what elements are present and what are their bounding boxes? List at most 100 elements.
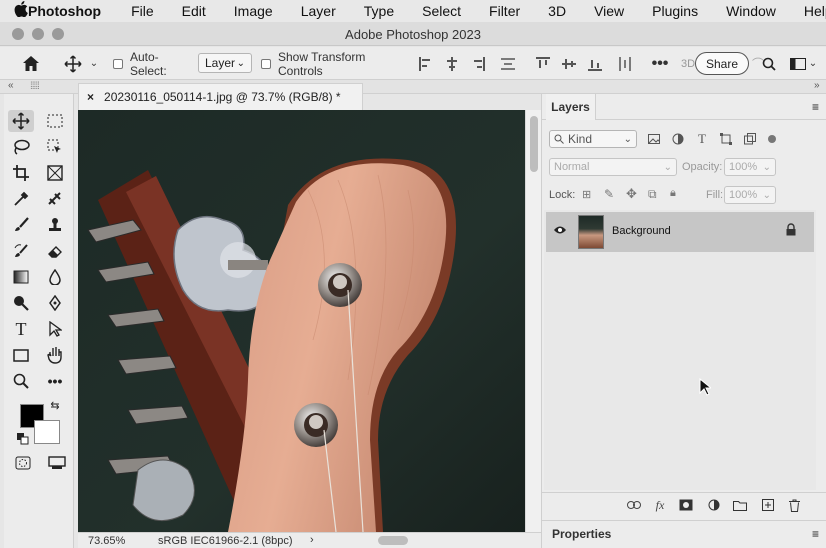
eraser-tool-icon[interactable] bbox=[42, 240, 68, 262]
menu-3d[interactable]: 3D bbox=[548, 3, 566, 19]
lock-artboard-icon[interactable]: ⧉ bbox=[648, 187, 657, 202]
new-layer-icon[interactable] bbox=[760, 497, 776, 513]
menu-image[interactable]: Image bbox=[234, 3, 273, 19]
panel-menu-icon[interactable]: ≡ bbox=[812, 100, 819, 114]
panel-menu-icon[interactable]: ≡ bbox=[812, 527, 819, 541]
align-right-icon[interactable] bbox=[469, 47, 487, 80]
menu-photoshop[interactable]: Photoshop bbox=[28, 3, 101, 19]
menu-type[interactable]: Type bbox=[364, 3, 394, 19]
collapse-toolbar-icon[interactable]: « bbox=[8, 80, 14, 91]
menu-file[interactable]: File bbox=[131, 3, 154, 19]
collapse-panels-icon[interactable]: » bbox=[814, 80, 820, 91]
adjustment-filter-icon[interactable] bbox=[670, 130, 686, 148]
stamp-tool-icon[interactable] bbox=[42, 214, 68, 236]
grip-icon[interactable]: ⁞⁞⁞⁞⁞ bbox=[30, 81, 40, 92]
marquee-tool-icon[interactable] bbox=[42, 110, 68, 132]
auto-select-dropdown[interactable]: Layer ⌄ bbox=[198, 53, 252, 73]
adjustment-layer-icon[interactable] bbox=[706, 497, 722, 513]
menu-help[interactable]: Help bbox=[804, 3, 826, 19]
layer-name[interactable]: Background bbox=[612, 225, 671, 237]
home-icon[interactable] bbox=[18, 47, 44, 80]
horizontal-scroll-thumb[interactable] bbox=[378, 536, 408, 545]
apple-icon[interactable] bbox=[14, 1, 28, 21]
filter-toggle-icon[interactable] bbox=[764, 130, 780, 148]
document-tab[interactable]: × 20230116_050114-1.jpg @ 73.7% (RGB/8) … bbox=[78, 83, 363, 110]
image-filter-icon[interactable] bbox=[646, 130, 662, 148]
search-icon[interactable] bbox=[760, 47, 778, 80]
hand-tool-icon[interactable] bbox=[42, 344, 68, 366]
canvas[interactable] bbox=[78, 110, 525, 532]
eye-icon[interactable] bbox=[553, 224, 567, 238]
gradient-tool-icon[interactable] bbox=[8, 266, 34, 288]
fill-input[interactable]: 100% ⌄ bbox=[724, 186, 776, 204]
close-document-icon[interactable]: × bbox=[87, 90, 94, 104]
layer-filter-select[interactable]: Kind ⌄ bbox=[549, 130, 637, 148]
move-tool-icon[interactable] bbox=[8, 110, 34, 132]
chevron-down-icon[interactable]: ⌄ bbox=[88, 47, 100, 80]
lock-all-icon[interactable]: 🔒︎ bbox=[670, 187, 676, 200]
chevron-down-icon[interactable]: ⌄ bbox=[808, 47, 818, 80]
screen-mode-icon[interactable] bbox=[44, 452, 70, 474]
new-group-icon[interactable] bbox=[732, 497, 748, 513]
blur-tool-icon[interactable] bbox=[42, 266, 68, 288]
lock-icon[interactable] bbox=[786, 223, 796, 239]
crop-tool-icon[interactable] bbox=[8, 162, 34, 184]
scroll-thumb[interactable] bbox=[530, 116, 538, 172]
smart-object-filter-icon[interactable] bbox=[742, 130, 758, 148]
default-colors-icon[interactable] bbox=[16, 432, 30, 446]
auto-select-checkbox[interactable] bbox=[112, 47, 124, 80]
lock-position-icon[interactable]: ✥ bbox=[626, 186, 637, 202]
align-top-icon[interactable] bbox=[534, 47, 552, 80]
menu-plugins[interactable]: Plugins bbox=[652, 3, 698, 19]
lasso-tool-icon[interactable] bbox=[8, 136, 34, 158]
path-selection-tool-icon[interactable] bbox=[42, 318, 68, 340]
distribute-icon[interactable] bbox=[499, 47, 517, 80]
blend-mode-select[interactable]: Normal ⌄ bbox=[549, 158, 677, 176]
distribute-vertical-icon[interactable] bbox=[616, 47, 634, 80]
share-button[interactable]: Share bbox=[695, 52, 749, 75]
show-transform-checkbox[interactable] bbox=[260, 47, 272, 80]
align-left-icon[interactable] bbox=[417, 47, 435, 80]
brush-tool-icon[interactable] bbox=[8, 214, 34, 236]
menu-view[interactable]: View bbox=[594, 3, 624, 19]
lock-paint-icon[interactable]: ✎ bbox=[604, 187, 614, 201]
eyedropper-tool-icon[interactable] bbox=[8, 188, 34, 210]
swap-colors-icon[interactable]: ⇆ bbox=[48, 398, 62, 412]
add-mask-icon[interactable] bbox=[678, 497, 694, 513]
frame-tool-icon[interactable] bbox=[42, 162, 68, 184]
tab-layers[interactable]: Layers bbox=[546, 94, 596, 120]
type-filter-icon[interactable]: T bbox=[694, 130, 710, 148]
spot-healing-tool-icon[interactable] bbox=[42, 188, 68, 210]
tab-properties[interactable]: Properties bbox=[552, 527, 611, 541]
menu-layer[interactable]: Layer bbox=[301, 3, 336, 19]
layer-row-background[interactable]: Background bbox=[546, 212, 814, 252]
opacity-input[interactable]: 100% ⌄ bbox=[724, 158, 776, 176]
align-center-icon[interactable] bbox=[443, 47, 461, 80]
quick-mask-icon[interactable] bbox=[10, 452, 36, 474]
zoom-tool-icon[interactable] bbox=[8, 370, 34, 392]
move-tool-preset-icon[interactable] bbox=[60, 47, 86, 80]
more-options-icon[interactable]: ••• bbox=[650, 47, 670, 80]
menu-select[interactable]: Select bbox=[422, 3, 461, 19]
menu-edit[interactable]: Edit bbox=[182, 3, 206, 19]
history-brush-tool-icon[interactable] bbox=[8, 240, 34, 262]
menu-window[interactable]: Window bbox=[726, 3, 776, 19]
pen-tool-icon[interactable] bbox=[42, 292, 68, 314]
align-middle-icon[interactable] bbox=[560, 47, 578, 80]
shape-filter-icon[interactable] bbox=[718, 130, 734, 148]
dodge-tool-icon[interactable] bbox=[8, 292, 34, 314]
more-tools-icon[interactable]: ••• bbox=[42, 370, 68, 392]
fx-icon[interactable]: fx bbox=[652, 497, 668, 513]
object-selection-tool-icon[interactable] bbox=[42, 136, 68, 158]
align-bottom-icon[interactable] bbox=[586, 47, 604, 80]
workspace-icon[interactable] bbox=[788, 47, 808, 80]
rectangle-tool-icon[interactable] bbox=[8, 344, 34, 366]
delete-layer-icon[interactable] bbox=[786, 497, 802, 513]
vertical-scrollbar[interactable] bbox=[525, 110, 541, 532]
type-tool-icon[interactable]: T bbox=[8, 318, 34, 340]
lock-pixels-icon[interactable]: ⊞ bbox=[582, 188, 591, 201]
zoom-level[interactable]: 73.65% bbox=[88, 535, 125, 547]
link-layers-icon[interactable] bbox=[626, 497, 642, 513]
menu-filter[interactable]: Filter bbox=[489, 3, 520, 19]
background-color-swatch[interactable] bbox=[34, 420, 60, 444]
